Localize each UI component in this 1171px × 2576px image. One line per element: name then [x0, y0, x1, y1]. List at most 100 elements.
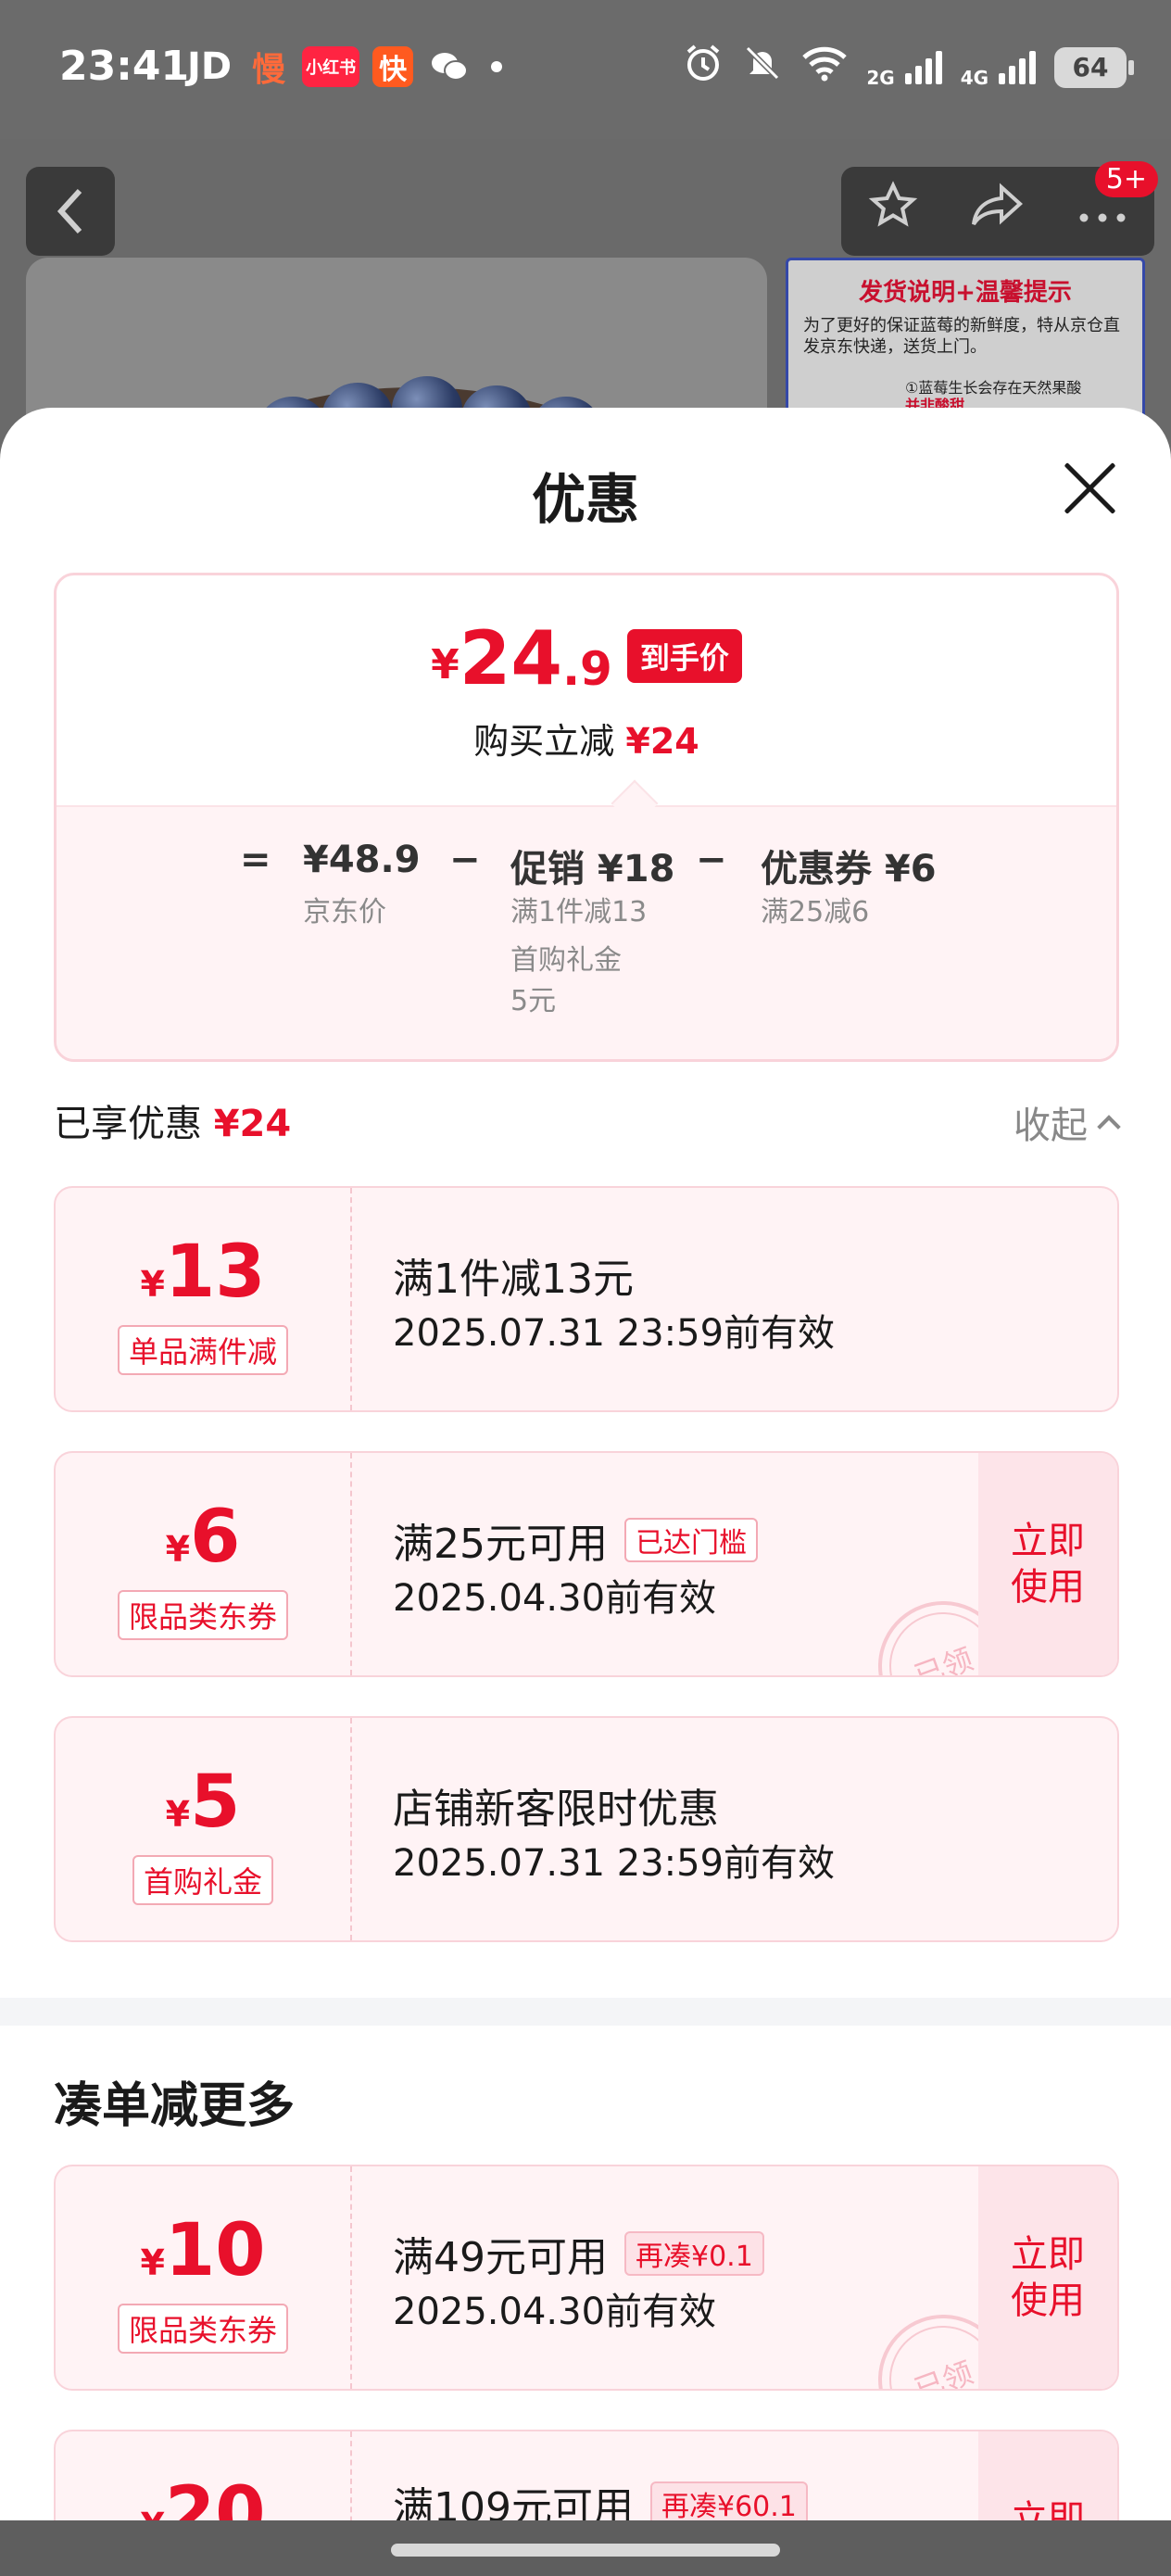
coupon-title: 店铺新客限时优惠	[393, 1775, 719, 1835]
status-bar: 23:41 JD 慢 小红书 快 2G 4G 64	[0, 0, 1171, 139]
coupon-expiry: 2025.04.30前有效	[393, 1577, 717, 1620]
coupon-amount: ¥10	[56, 2215, 350, 2287]
notice-sub-line-1: ①蓝莓生长会存在天然果酸	[905, 378, 1082, 397]
coupon-card[interactable]: ¥13 单品满件减 满1件减13元 2025.07.31 23:59前有效	[54, 1186, 1119, 1412]
currency-symbol: ¥	[431, 641, 460, 688]
enjoyed-label: 已享优惠	[54, 1103, 202, 1145]
final-price: ¥ 24 .9	[431, 622, 612, 696]
add-more-badge: 再凑¥60.1	[649, 2481, 808, 2520]
alarm-icon	[683, 43, 724, 92]
network-4g-label: 4G	[960, 67, 989, 89]
share-icon[interactable]	[970, 180, 1026, 244]
coupon-value-section: ¥10 限品类东券	[56, 2166, 352, 2389]
minus-sign: −	[449, 839, 481, 881]
coupon-currency: ¥	[140, 1264, 165, 1305]
coupon-title: 满49元可用 再凑¥0.1	[393, 2224, 764, 2283]
coupon-title: 满109元可用 再凑¥60.1	[393, 2474, 808, 2520]
use-now-label: 立即使用	[1011, 1520, 1085, 1609]
coupon-value-section: ¥5 首购礼金	[56, 1718, 352, 1940]
back-button[interactable]	[26, 167, 115, 256]
coupon-title-text: 满109元可用	[393, 2484, 634, 2520]
close-icon[interactable]	[1062, 460, 1117, 515]
collapse-label: 收起	[1014, 1105, 1088, 1147]
collapse-button[interactable]: 收起	[1014, 1095, 1121, 1149]
signal-2g-icon: 2G	[866, 47, 942, 89]
section-divider	[0, 1998, 1171, 2026]
promo-sub-1: 满1件减13	[510, 896, 648, 928]
coupon-amount-value: 20	[164, 2472, 266, 2520]
reduce-label: 购买立减	[473, 721, 615, 762]
jd-price: ¥48.9	[303, 839, 421, 881]
coupon-title-text: 满49元可用	[393, 2234, 608, 2281]
mute-bell-icon	[742, 43, 783, 92]
notification-icons: JD 慢 小红书 快	[183, 45, 503, 89]
promo-amount: 促销 ¥18	[510, 848, 675, 890]
coupon-amount-value: 13	[164, 1231, 266, 1314]
sheet-title: 优惠	[531, 468, 639, 531]
use-now-button[interactable]: 立即使用	[978, 2431, 1117, 2520]
threshold-badge: 已达门槛	[624, 1518, 758, 1562]
coupon-amount-value: 6	[190, 1496, 241, 1579]
coupon-sub: 满25减6	[761, 896, 870, 928]
system-icons: 2G 4G 64	[683, 43, 1134, 92]
status-time: 23:41	[59, 43, 190, 90]
coupon-card[interactable]: ¥20 满109元可用 再凑¥60.1 立即使用	[54, 2430, 1119, 2520]
promo-sub-2: 首购礼金	[510, 944, 622, 977]
use-now-button[interactable]: 立即使用	[978, 1453, 1117, 1675]
wifi-icon	[801, 44, 848, 90]
favorite-star-icon[interactable]	[867, 180, 919, 244]
coupon-title-text: 满1件减13元	[393, 1256, 634, 1303]
coupon-title-text: 满25元可用	[393, 1521, 608, 1568]
coupon-amount-value: 5	[190, 1761, 241, 1844]
final-price-section: ¥ 24 .9 到手价 购买立减 ¥24	[57, 575, 1116, 816]
price-summary-card: ¥ 24 .9 到手价 购买立减 ¥24 = ¥48.9 京东价 − 促销 ¥1…	[54, 573, 1119, 1062]
coupon-title: 满25元可用 已达门槛	[393, 1510, 758, 1570]
notice-title: 发货说明+温馨提示	[859, 279, 1072, 307]
coupon-type-tag: 单品满件减	[117, 1325, 288, 1375]
jd-price-label: 京东价	[303, 896, 386, 928]
enjoyed-value: ¥24	[213, 1103, 292, 1145]
coupon-amount-value: 10	[164, 2209, 266, 2292]
coupon-currency: ¥	[165, 1794, 191, 1835]
equals-sign: =	[240, 839, 271, 881]
coupon-expiry: 2025.07.31 23:59前有效	[393, 1842, 836, 1885]
chevron-left-icon	[57, 188, 82, 234]
coupon-title-text: 店铺新客限时优惠	[393, 1786, 719, 1833]
promo-sub-3: 5元	[510, 985, 557, 1017]
coupon-type-tag: 首购礼金	[132, 1855, 273, 1905]
xiaohongshu-app-icon: 小红书	[302, 46, 360, 87]
home-gesture-handle[interactable]	[391, 2544, 780, 2557]
reduce-value: ¥24	[625, 721, 699, 762]
coupon-amount: ¥6	[56, 1501, 350, 1573]
use-now-button[interactable]: 立即使用	[978, 2166, 1117, 2389]
jd-app-icon: JD	[187, 45, 233, 88]
coupon-value-section: ¥6 限品类东券	[56, 1453, 352, 1675]
coupon-value-section: ¥13 单品满件减	[56, 1188, 352, 1410]
coupon-title: 满1件减13元	[393, 1245, 634, 1305]
minus-sign: −	[696, 839, 727, 881]
coupon-card[interactable]: ¥5 首购礼金 店铺新客限时优惠 2025.07.31 23:59前有效	[54, 1716, 1119, 1942]
use-now-label: 立即使用	[1011, 2233, 1085, 2322]
coupon-amount: ¥13	[56, 1236, 350, 1308]
coupon-currency: ¥	[141, 2506, 165, 2520]
reduce-line: 购买立减 ¥24	[57, 713, 1116, 764]
network-2g-label: 2G	[866, 67, 895, 89]
final-price-tag: 到手价	[626, 629, 742, 683]
coupon-currency: ¥	[140, 2242, 165, 2283]
use-now-label: 立即使用	[1011, 2498, 1085, 2520]
coupon-amount: 优惠券 ¥6	[761, 848, 937, 890]
price-decimal: .9	[562, 642, 612, 696]
coupon-card[interactable]: ¥6 限品类东券 满25元可用 已达门槛 2025.04.30前有效 已领 立即…	[54, 1451, 1119, 1677]
coupon-amount: ¥20	[56, 2478, 350, 2520]
price-breakdown: = ¥48.9 京东价 − 促销 ¥18 满1件减13 首购礼金 5元 − 优惠…	[57, 805, 1116, 1059]
coupon-type-tag: 限品类东券	[117, 1590, 288, 1640]
wechat-app-icon	[426, 46, 472, 87]
coupon-expiry: 2025.04.30前有效	[393, 2291, 717, 2333]
enjoyed-discount: 已享优惠 ¥24	[54, 1093, 291, 1147]
kuaishou-app-icon: 快	[372, 46, 414, 87]
coupon-type-tag: 限品类东券	[117, 2304, 288, 2354]
discount-sheet: 优惠 ¥ 24 .9 到手价 购买立减 ¥24 = ¥48.9 京东价 − 促销…	[0, 408, 1171, 2520]
coupon-amount: ¥5	[56, 1766, 350, 1838]
coupon-card[interactable]: ¥10 限品类东券 满49元可用 再凑¥0.1 2025.04.30前有效 已领…	[54, 2165, 1119, 2391]
notice-text: 为了更好的保证蓝莓的新鲜度，特从京仓直发京东快递，送货上门。	[803, 316, 1120, 358]
